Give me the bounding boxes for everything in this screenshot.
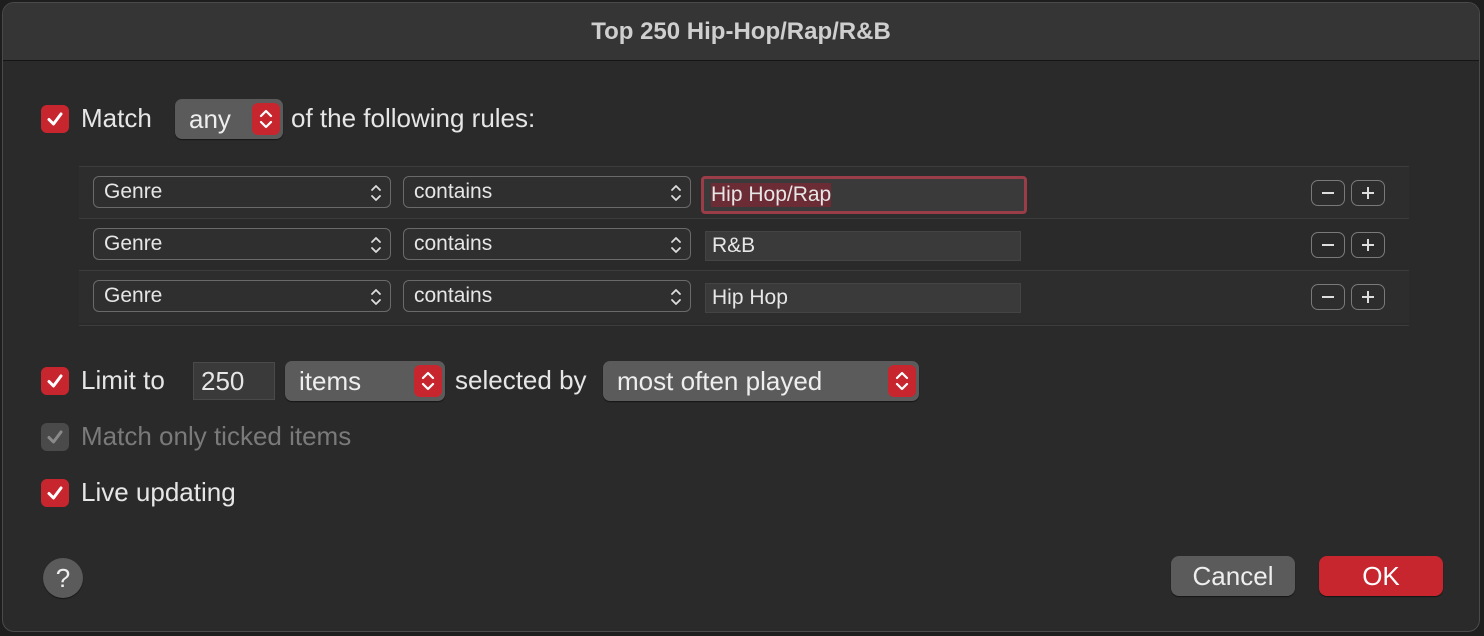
rule-field-value: Genre — [104, 284, 163, 307]
minus-icon — [1322, 244, 1334, 246]
minus-icon — [1322, 296, 1334, 298]
rule-value-input[interactable]: Hip Hop/Rap — [701, 176, 1027, 214]
match-suffix-label: of the following rules: — [291, 103, 536, 133]
rule-field-value: Genre — [104, 232, 163, 255]
rule-field-select[interactable]: Genre — [93, 176, 391, 208]
remove-rule-button[interactable] — [1311, 180, 1345, 206]
limit-label: Limit to — [81, 365, 165, 395]
match-label: Match — [81, 103, 152, 133]
match-mode-value: any — [189, 103, 231, 134]
checkmark-icon — [47, 430, 63, 443]
live-updating-checkbox[interactable] — [41, 478, 69, 507]
rule-row: Genre contains Hip Hop — [79, 271, 1409, 323]
rule-value-text: Hip Hop — [712, 286, 788, 309]
live-updating-label: Live updating — [81, 477, 236, 507]
chevron-updown-icon — [671, 289, 681, 305]
chevron-updown-icon — [371, 289, 381, 305]
minus-icon — [1322, 192, 1334, 194]
rules-list: Genre contains Hip Hop/Rap Genre contain… — [79, 166, 1409, 326]
rule-operator-select[interactable]: contains — [403, 228, 691, 260]
rule-operator-select[interactable]: contains — [403, 280, 691, 312]
remove-rule-button[interactable] — [1311, 284, 1345, 310]
limit-count-input[interactable]: 250 — [193, 362, 275, 400]
window-title: Top 250 Hip-Hop/Rap/R&B — [3, 3, 1479, 61]
add-rule-button[interactable] — [1351, 180, 1385, 206]
rule-value-input[interactable]: Hip Hop — [705, 283, 1021, 313]
chevron-updown-icon — [671, 237, 681, 253]
remove-rule-button[interactable] — [1311, 232, 1345, 258]
updown-arrows-icon — [414, 365, 442, 397]
limit-unit-popup[interactable]: items — [285, 361, 445, 401]
match-mode-popup[interactable]: any — [175, 99, 283, 139]
rule-value-text: R&B — [712, 234, 756, 257]
rule-field-select[interactable]: Genre — [93, 228, 391, 260]
smart-playlist-dialog: Top 250 Hip-Hop/Rap/R&B Match any of the… — [2, 2, 1480, 632]
match-checkbox[interactable] — [41, 104, 69, 133]
rule-operator-value: contains — [414, 232, 493, 255]
rule-operator-value: contains — [414, 284, 493, 307]
updown-arrows-icon — [888, 365, 916, 397]
rule-operator-value: contains — [414, 180, 493, 203]
rule-row: Genre contains Hip Hop/Rap — [79, 167, 1409, 219]
rule-field-select[interactable]: Genre — [93, 280, 391, 312]
rule-value-text: Hip Hop/Rap — [711, 183, 832, 207]
checkmark-icon — [47, 112, 63, 125]
plus-icon — [1362, 239, 1374, 251]
chevron-updown-icon — [671, 185, 681, 201]
selected-by-popup[interactable]: most often played — [603, 361, 919, 401]
match-ticked-checkbox — [41, 422, 69, 451]
plus-icon — [1362, 187, 1374, 199]
limit-row: Limit to — [41, 365, 165, 396]
rule-operator-select[interactable]: contains — [403, 176, 691, 208]
help-icon: ? — [55, 562, 71, 593]
add-rule-button[interactable] — [1351, 232, 1385, 258]
live-updating-row: Live updating — [41, 477, 236, 508]
chevron-updown-icon — [371, 237, 381, 253]
match-ticked-row: Match only ticked items — [41, 421, 351, 452]
rule-value-input[interactable]: R&B — [705, 231, 1021, 261]
checkmark-icon — [47, 374, 63, 387]
rule-row: Genre contains R&B — [79, 219, 1409, 271]
help-button[interactable]: ? — [43, 558, 83, 598]
selected-by-label: selected by — [455, 365, 587, 395]
selected-by-value: most often played — [617, 365, 823, 396]
ok-button[interactable]: OK — [1319, 556, 1443, 596]
updown-arrows-icon — [252, 103, 280, 135]
limit-count-value: 250 — [201, 365, 245, 396]
limit-checkbox[interactable] — [41, 366, 69, 395]
add-rule-button[interactable] — [1351, 284, 1385, 310]
limit-unit-value: items — [299, 365, 362, 396]
cancel-button[interactable]: Cancel — [1171, 556, 1295, 596]
match-row: Match — [41, 103, 152, 134]
rule-field-value: Genre — [104, 180, 163, 203]
checkmark-icon — [47, 486, 63, 499]
chevron-updown-icon — [371, 185, 381, 201]
match-ticked-label: Match only ticked items — [81, 421, 352, 451]
plus-icon — [1362, 291, 1374, 303]
